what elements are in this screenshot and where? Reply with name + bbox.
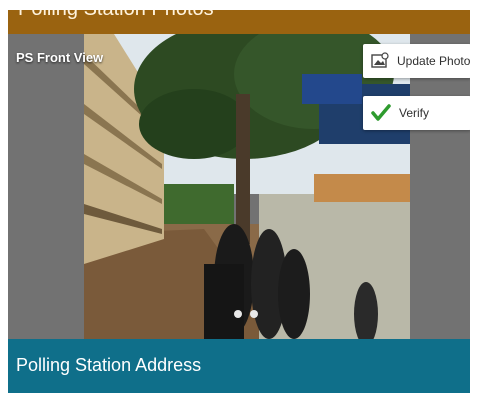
- section-title: Polling Station Photos: [18, 10, 214, 21]
- photo-image: [84, 34, 410, 339]
- camera-photo-icon: [371, 52, 389, 68]
- update-photo-button[interactable]: Update Photo: [363, 44, 470, 78]
- verify-label: Verify: [399, 106, 430, 120]
- update-photo-label: Update Photo: [397, 54, 470, 68]
- section-header: Polling Station Photos: [8, 10, 470, 34]
- pager-dot[interactable]: [234, 310, 242, 318]
- polling-station-photo[interactable]: [84, 34, 410, 339]
- photo-pager: [234, 310, 258, 318]
- verify-button[interactable]: Verify: [363, 96, 470, 130]
- checkmark-icon: [371, 104, 391, 121]
- address-title: Polling Station Address: [16, 355, 202, 375]
- photo-gallery[interactable]: PS Front View Update Photo Verify: [8, 34, 470, 339]
- polling-station-photo-panel: Polling Station Photos: [8, 10, 470, 393]
- pager-dot[interactable]: [250, 310, 258, 318]
- photo-caption: PS Front View: [16, 50, 104, 65]
- address-header[interactable]: Polling Station Address: [8, 339, 470, 393]
